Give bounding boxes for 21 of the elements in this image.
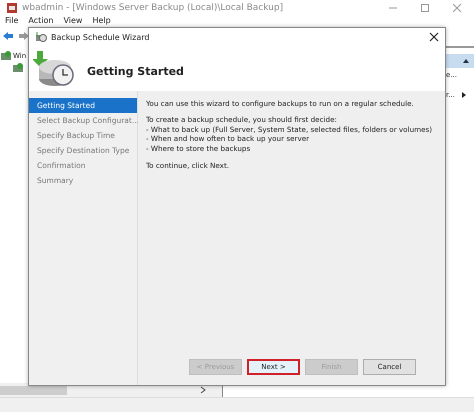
scroll-right-icon — [200, 386, 206, 394]
actions-header[interactable] — [444, 54, 474, 68]
server-backup-icon — [0, 50, 12, 62]
close-icon — [429, 32, 439, 42]
backup-clock-icon — [35, 31, 47, 43]
forward-arrow-icon — [18, 31, 30, 41]
scrollbar-thumb[interactable] — [0, 386, 67, 394]
menu-item[interactable]: Help — [92, 16, 111, 26]
back-arrow-icon — [2, 31, 14, 41]
menu-item[interactable]: File — [5, 16, 18, 26]
close-icon — [452, 2, 462, 12]
page-heading: Getting Started — [87, 65, 184, 78]
dialog-title: Backup Schedule Wizard — [51, 32, 150, 42]
maximize-icon — [420, 2, 430, 12]
app-icon — [6, 2, 18, 14]
window-title: wbadmin - [Windows Server Backup (Local)\Local Backup] — [22, 2, 284, 12]
submenu-arrow-icon — [460, 91, 467, 99]
menu-item[interactable]: Action — [28, 16, 54, 26]
menu-item[interactable]: View — [63, 16, 82, 26]
collapse-icon — [462, 58, 470, 64]
local-backup-icon — [12, 62, 24, 74]
